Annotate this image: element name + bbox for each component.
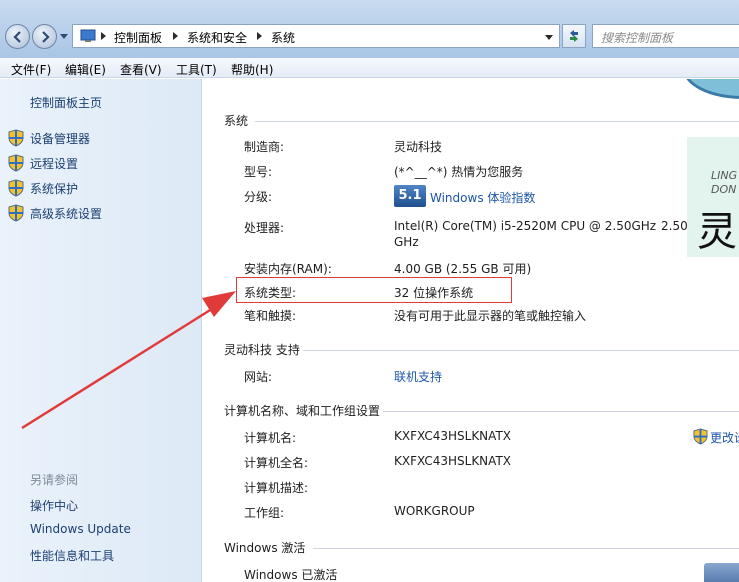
full-computer-name-value: KXFXC43HSLKNATX [394,454,511,468]
breadcrumb-system[interactable]: 系统 [271,29,295,46]
shield-icon [8,154,24,172]
processor-value-wrap: GHz [394,235,419,249]
computer-name-value: KXFXC43HSLKNATX [394,429,511,443]
processor-label: 处理器: [244,221,285,235]
computer-description-label: 计算机描述: [244,481,309,495]
annotation-highlight-box [236,277,512,303]
support-section-title: 灵动科技 支持 [224,343,300,357]
breadcrumb-system-security[interactable]: 系统和安全 [187,29,247,46]
breadcrumb-separator [101,32,106,40]
activation-section-title: Windows 激活 [224,541,306,555]
pen-touch-value: 没有可用于此显示器的笔或触控输入 [394,309,587,323]
decorative-banner-arc [683,79,739,99]
back-arrow-icon [13,31,21,43]
forward-arrow-icon [42,31,50,43]
menu-file[interactable]: 文件(F) [11,61,51,78]
processor-value: Intel(R) Core(TM) i5-2520M CPU @ 2.50GHz [394,219,657,233]
rating-label: 分级: [244,190,273,204]
section-divider [255,121,739,122]
left-nav-pane: 控制面板主页 设备管理器 远程设置 系统保护 高级系统设置 另请参阅 操作中心 … [0,79,202,582]
section-divider [313,548,739,549]
system-section-title: 系统 [224,114,249,128]
wei-link[interactable]: Windows 体验指数 [430,189,535,206]
workgroup-label: 工作组: [244,506,285,520]
back-button[interactable] [5,24,30,49]
ram-value: 4.00 GB (2.55 GB 可用) [394,262,532,276]
address-bar[interactable]: 控制面板 系统和安全 系统 [72,24,560,48]
breadcrumb-control-panel[interactable]: 控制面板 [114,29,162,46]
search-box[interactable]: 搜索控制面板 [592,24,739,48]
manufacturer-value: 灵动科技 [394,140,443,154]
refresh-button[interactable] [562,24,586,48]
full-computer-name-label: 计算机全名: [244,456,309,470]
shield-icon [693,428,708,445]
oem-logo-text-line1: LING [711,169,738,182]
search-input[interactable]: 搜索控制面板 [601,29,673,46]
menu-edit[interactable]: 编辑(E) [65,61,106,78]
computer-section-title: 计算机名称、域和工作组设置 [224,404,381,418]
pen-touch-label: 笔和触摸: [244,309,297,323]
recent-pages-dropdown-icon[interactable] [60,32,68,40]
website-label: 网站: [244,370,273,384]
window-titlebar: 控制面板 系统和安全 系统 搜索控制面板 [0,0,739,58]
section-divider [383,411,739,412]
computer-name-label: 计算机名: [244,431,297,445]
device-manager-label: 设备管理器 [30,132,91,146]
manufacturer-label: 制造商: [244,140,285,154]
genuine-microsoft-badge [704,563,739,582]
online-support-link[interactable]: 联机支持 [394,368,442,385]
change-settings-label: 更改设 [710,431,739,445]
shield-icon [8,179,24,197]
control-panel-icon [80,29,96,42]
main-content: 系统 制造商: 灵动科技 型号: (*^__^*) 热情为您服务 分级: 5.1… [203,79,739,582]
shield-icon [8,204,24,222]
oem-logo-text-line2: DON [711,183,737,196]
processor-speed-extra: 2.50 [661,219,688,233]
breadcrumb-separator [173,32,178,40]
workgroup-value: WORKGROUP [394,504,475,518]
section-divider [303,350,739,351]
advanced-system-settings-label: 高级系统设置 [30,207,103,221]
breadcrumb-separator [257,32,262,40]
oem-logo: LING DON 灵 [687,137,739,257]
menu-help[interactable]: 帮助(H) [231,61,273,78]
refresh-icon [570,30,578,42]
system-protection-label: 系统保护 [30,182,79,196]
wei-score-badge[interactable]: 5.1 [394,185,426,207]
shield-icon [8,129,24,147]
action-center-link[interactable]: 操作中心 [30,497,78,514]
change-settings-link[interactable]: 更改设 [693,428,739,446]
forward-button[interactable] [32,24,57,49]
ram-label: 安装内存(RAM): [244,262,332,276]
menu-bar: 文件(F) 编辑(E) 查看(V) 工具(T) 帮助(H) [0,58,739,78]
menu-view[interactable]: 查看(V) [120,61,162,78]
address-dropdown-icon[interactable] [545,35,553,40]
see-also-heading: 另请参阅 [30,473,79,487]
model-value: (*^__^*) 热情为您服务 [394,165,524,179]
menu-tools[interactable]: 工具(T) [176,61,217,78]
windows-update-link[interactable]: Windows Update [30,522,131,536]
model-label: 型号: [244,165,273,179]
performance-tools-link[interactable]: 性能信息和工具 [30,547,114,564]
control-panel-home-link[interactable]: 控制面板主页 [30,94,102,111]
activation-status: Windows 已激活 [244,568,338,582]
oem-logo-glyph: 灵 [697,209,737,255]
remote-settings-label: 远程设置 [30,157,79,171]
